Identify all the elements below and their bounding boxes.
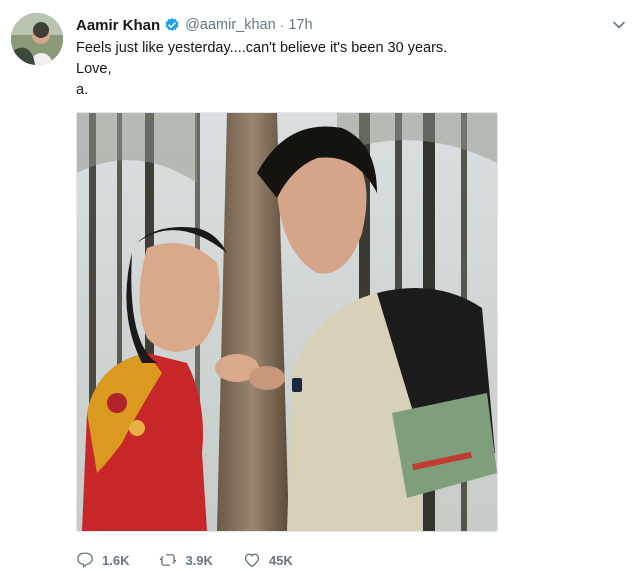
retweet-icon bbox=[159, 551, 177, 569]
tweet-text-line: Love, bbox=[76, 61, 112, 77]
photo-illustration bbox=[77, 113, 497, 531]
tweet-header: Aamir Khan @aamir_khan · 17h bbox=[76, 14, 313, 36]
tweet-text-line: a. bbox=[76, 82, 89, 98]
verified-badge-icon bbox=[164, 17, 180, 33]
tweet-photo[interactable] bbox=[76, 112, 498, 532]
author-avatar[interactable] bbox=[11, 13, 63, 65]
tweet-timestamp[interactable]: 17h bbox=[288, 17, 312, 33]
like-count: 45K bbox=[268, 552, 293, 568]
tweet-text-line: Feels just like yesterday....can't belie… bbox=[76, 40, 448, 56]
tweet-text: Feels just like yesterday....can't belie… bbox=[76, 38, 447, 101]
separator-dot: · bbox=[279, 17, 285, 33]
like-button[interactable]: 45K bbox=[243, 551, 293, 569]
tweet-card[interactable]: Aamir Khan @aamir_khan · 17h Feels just … bbox=[0, 0, 640, 571]
reply-button[interactable]: 1.6K bbox=[76, 551, 129, 569]
retweet-count: 3.9K bbox=[185, 552, 213, 568]
heart-icon bbox=[243, 551, 261, 569]
chevron-down-icon[interactable] bbox=[612, 18, 626, 32]
tweet-actions: 1.6K 3.9K 45K bbox=[76, 549, 323, 571]
reply-count: 1.6K bbox=[102, 552, 130, 568]
reply-icon bbox=[76, 551, 94, 569]
retweet-button[interactable]: 3.9K bbox=[159, 551, 213, 569]
author-handle[interactable]: @aamir_khan bbox=[185, 17, 275, 33]
author-name[interactable]: Aamir Khan bbox=[76, 17, 160, 34]
